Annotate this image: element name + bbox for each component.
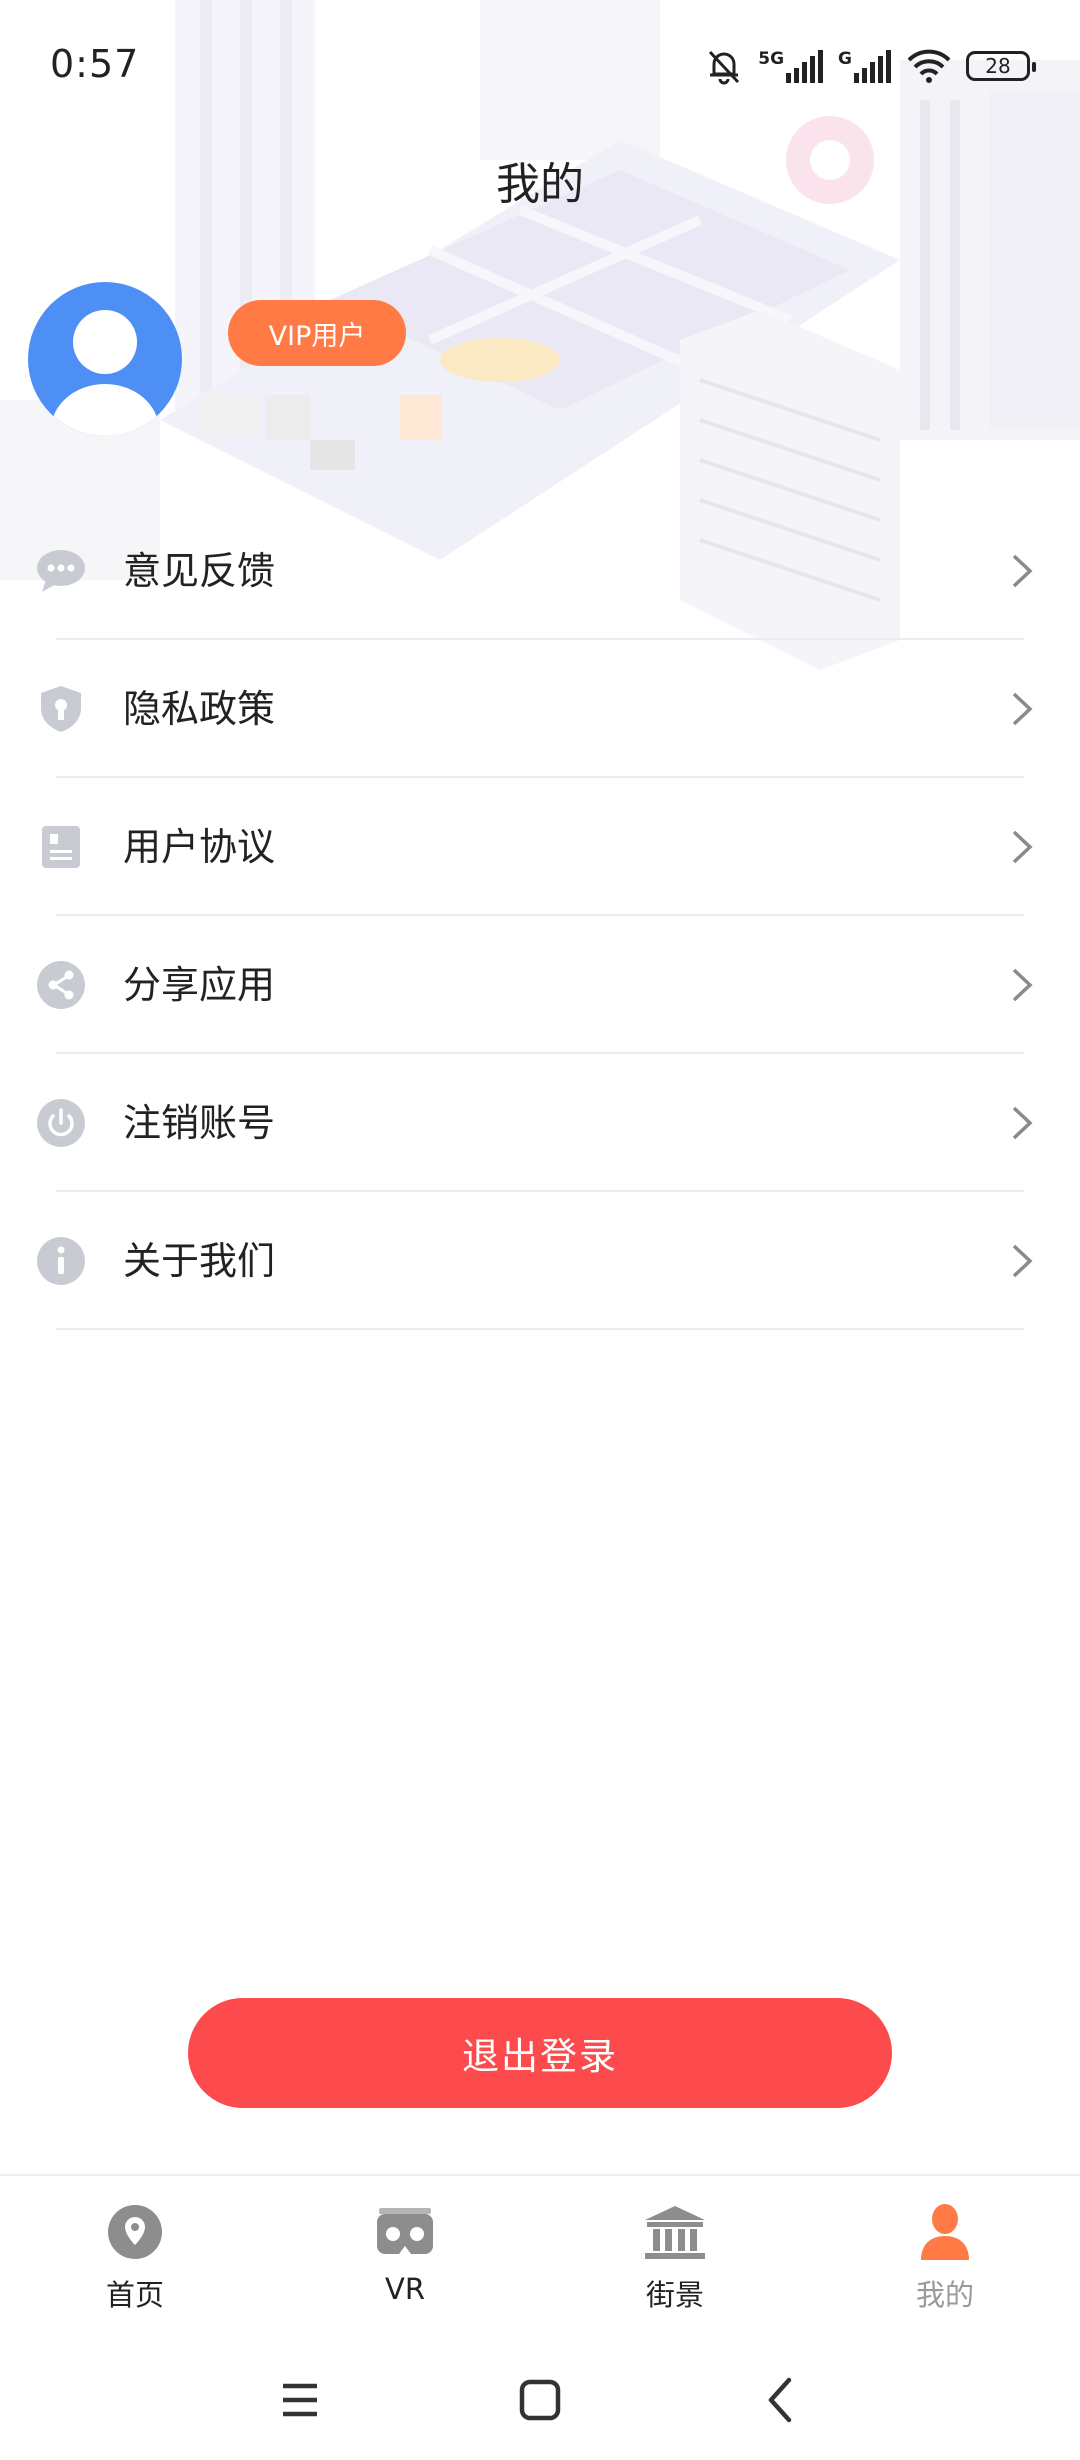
home-square-icon[interactable] bbox=[505, 2370, 575, 2430]
info-icon bbox=[37, 1237, 85, 1285]
tab-vr[interactable]: VR bbox=[270, 2176, 540, 2326]
tab-label: 街景 bbox=[645, 2278, 704, 2312]
signal-icon bbox=[786, 50, 824, 83]
shield-icon bbox=[41, 686, 81, 732]
back-icon[interactable] bbox=[745, 2370, 815, 2430]
logout-button[interactable]: 退出登录 bbox=[188, 1998, 892, 2108]
signal-icon bbox=[854, 50, 891, 83]
chevron-right-icon bbox=[1012, 692, 1033, 726]
wifi-icon bbox=[907, 49, 951, 83]
menu-item-label: 隐私政策 bbox=[123, 687, 276, 731]
menu-icon[interactable] bbox=[265, 2370, 335, 2430]
document-icon bbox=[42, 826, 80, 868]
chevron-right-icon bbox=[1012, 968, 1033, 1002]
system-nav-bar bbox=[0, 2340, 1080, 2460]
status-bar: 0:57 5G G 28 bbox=[0, 0, 1080, 130]
tab-label: 我的 bbox=[915, 2278, 974, 2312]
battery-icon: 28 bbox=[966, 51, 1036, 81]
tab-label: VR bbox=[385, 2272, 425, 2306]
tab-mine[interactable]: 我的 bbox=[810, 2176, 1080, 2326]
menu-item-label: 用户协议 bbox=[123, 825, 276, 869]
building-icon bbox=[645, 2206, 705, 2259]
menu-item-label: 意见反馈 bbox=[123, 549, 276, 593]
tab-label: 首页 bbox=[105, 2278, 164, 2312]
location-pin-icon bbox=[108, 2205, 162, 2259]
mute-bell-icon bbox=[709, 50, 740, 85]
menu-item-share-app[interactable]: 分享应用 bbox=[0, 916, 1080, 1054]
divider bbox=[56, 1328, 1024, 1330]
tab-home[interactable]: 首页 bbox=[0, 2176, 270, 2326]
network-type-label: 5G bbox=[758, 49, 785, 69]
chevron-right-icon bbox=[1012, 1244, 1033, 1278]
share-icon bbox=[37, 961, 85, 1009]
tab-street-view[interactable]: 街景 bbox=[540, 2176, 810, 2326]
menu-item-about-us[interactable]: 关于我们 bbox=[0, 1192, 1080, 1330]
menu-item-label: 分享应用 bbox=[123, 963, 276, 1007]
chevron-right-icon bbox=[1012, 830, 1033, 864]
network-type-label: G bbox=[838, 49, 852, 69]
chevron-right-icon bbox=[1012, 1106, 1033, 1140]
menu-item-feedback[interactable]: 意见反馈 bbox=[0, 502, 1080, 640]
person-icon bbox=[921, 2204, 969, 2260]
menu-item-label: 关于我们 bbox=[123, 1239, 276, 1283]
status-time: 0:57 bbox=[50, 42, 140, 86]
menu-item-label: 注销账号 bbox=[123, 1101, 276, 1145]
vr-headset-icon bbox=[377, 2208, 433, 2254]
menu-item-delete-account[interactable]: 注销账号 bbox=[0, 1054, 1080, 1192]
menu-item-privacy-policy[interactable]: 隐私政策 bbox=[0, 640, 1080, 778]
page-title: 我的 bbox=[496, 159, 584, 210]
chat-bubble-icon bbox=[37, 550, 85, 592]
power-icon bbox=[37, 1099, 85, 1147]
settings-menu: 意见反馈 隐私政策 用户协议 分享应用 注销账号 关于我们 bbox=[0, 502, 1080, 1330]
vip-badge: VIP用户 bbox=[228, 300, 406, 366]
battery-level: 28 bbox=[985, 54, 1011, 78]
status-icons: 5G G 28 bbox=[704, 44, 1036, 88]
user-avatar-icon[interactable] bbox=[28, 282, 182, 436]
tab-bar: 首页 VR 街景 我的 bbox=[0, 2174, 1080, 2326]
menu-item-user-agreement[interactable]: 用户协议 bbox=[0, 778, 1080, 916]
chevron-right-icon bbox=[1012, 554, 1033, 588]
